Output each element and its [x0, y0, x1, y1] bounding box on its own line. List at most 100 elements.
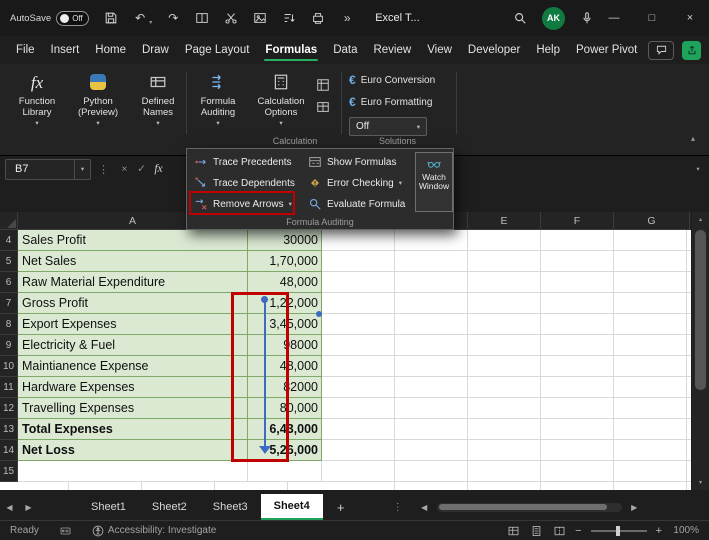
expand-formula-bar-icon[interactable]: ▾: [687, 165, 709, 173]
row-header[interactable]: 10: [0, 356, 18, 377]
enter-icon[interactable]: ✓: [133, 163, 150, 175]
maximize-button[interactable]: □: [633, 0, 671, 36]
cut-icon[interactable]: [223, 10, 239, 26]
search-icon[interactable]: [512, 10, 528, 26]
save-icon[interactable]: [103, 10, 119, 26]
hscroll-left-icon[interactable]: ◀: [415, 503, 434, 512]
minimize-button[interactable]: —: [595, 0, 633, 36]
scrollbar-track[interactable]: [692, 227, 709, 475]
zoom-slider[interactable]: [591, 530, 647, 532]
menu-item-show-formulas[interactable]: Show Formulas: [305, 152, 399, 172]
microphone-icon[interactable]: [579, 10, 595, 26]
name-box[interactable]: B7 ▾: [5, 159, 91, 180]
column-header-f[interactable]: F: [541, 212, 614, 230]
autosave-switch[interactable]: Off: [56, 11, 89, 26]
chevron-down-icon[interactable]: ▾: [74, 160, 90, 179]
tab-data[interactable]: Data: [325, 38, 365, 62]
sheet-tab-sheet1[interactable]: Sheet1: [78, 494, 139, 520]
macro-record-icon[interactable]: [59, 525, 72, 537]
python-preview-button[interactable]: Python (Preview) ▾: [68, 69, 128, 129]
picture-icon[interactable]: [252, 10, 268, 26]
row-header[interactable]: 14: [0, 440, 18, 461]
function-library-button[interactable]: fx Function Library ▾: [8, 69, 66, 129]
more-commands-icon[interactable]: »: [339, 10, 355, 26]
euro-conversion-button[interactable]: € Euro Conversion: [349, 73, 435, 87]
cell-label[interactable]: Raw Material Expenditure: [18, 272, 248, 293]
add-sheet-button[interactable]: +: [329, 500, 353, 515]
sort-icon[interactable]: [281, 10, 297, 26]
close-button[interactable]: ×: [671, 0, 709, 36]
row-header[interactable]: 4: [0, 230, 18, 251]
cell-label[interactable]: [18, 461, 248, 482]
calculate-now-icon[interactable]: [314, 76, 332, 94]
column-header-g[interactable]: G: [614, 212, 690, 230]
column-header-e[interactable]: E: [468, 212, 541, 230]
defined-names-button[interactable]: Defined Names ▾: [130, 69, 186, 129]
menu-item-error-checking[interactable]: Error Checking ▾: [305, 173, 405, 193]
watch-window-button[interactable]: Watch Window: [415, 152, 453, 212]
cell-label[interactable]: Net Sales: [18, 251, 248, 272]
sheet-tab-sheet3[interactable]: Sheet3: [200, 494, 261, 520]
tab-insert[interactable]: Insert: [43, 38, 88, 62]
sheet-nav-left-icon[interactable]: ◀: [0, 503, 19, 512]
page-break-view-icon[interactable]: [552, 524, 566, 537]
undo-button[interactable]: ↶ ▾: [132, 10, 152, 26]
zoom-out-button[interactable]: −: [575, 525, 581, 537]
tab-review[interactable]: Review: [365, 38, 419, 62]
cell-value[interactable]: 48,000: [248, 272, 322, 293]
normal-view-icon[interactable]: [506, 524, 520, 537]
zoom-in-button[interactable]: +: [656, 525, 662, 537]
row-header[interactable]: 8: [0, 314, 18, 335]
zoom-slider-thumb[interactable]: [616, 526, 620, 536]
cell-label[interactable]: Electricity & Fuel: [18, 335, 248, 356]
cell-label[interactable]: Travelling Expenses: [18, 398, 248, 419]
row-header[interactable]: 11: [0, 377, 18, 398]
euro-formatting-button[interactable]: € Euro Formatting: [349, 95, 432, 109]
cell-label[interactable]: Sales Profit: [18, 230, 248, 251]
formula-auditing-button[interactable]: Formula Auditing ▾: [190, 69, 246, 129]
row-header[interactable]: 5: [0, 251, 18, 272]
menu-item-evaluate-formula[interactable]: Evaluate Formula: [305, 194, 408, 214]
select-all-corner[interactable]: [0, 212, 18, 230]
tab-view[interactable]: View: [419, 38, 460, 62]
cell-label[interactable]: Maintianence Expense: [18, 356, 248, 377]
cell-label[interactable]: Total Expenses: [18, 419, 248, 440]
avatar[interactable]: AK: [542, 7, 565, 30]
row-header[interactable]: 7: [0, 293, 18, 314]
workbook-icon[interactable]: [194, 10, 210, 26]
comments-button[interactable]: [648, 41, 674, 60]
calculation-options-button[interactable]: Calculation Options ▾: [250, 69, 312, 129]
tab-page-layout[interactable]: Page Layout: [177, 38, 258, 62]
tab-help[interactable]: Help: [528, 38, 568, 62]
tab-draw[interactable]: Draw: [134, 38, 177, 62]
cell-value[interactable]: [248, 461, 322, 482]
scrollbar-thumb[interactable]: [695, 230, 706, 390]
row-header[interactable]: 12: [0, 398, 18, 419]
cell-label[interactable]: Export Expenses: [18, 314, 248, 335]
cell-value[interactable]: 30000: [248, 230, 322, 251]
tab-power-pivot[interactable]: Power Pivot: [568, 38, 645, 62]
vertical-scrollbar[interactable]: ▴ ▾: [692, 212, 709, 490]
drag-handle-icon[interactable]: ⋮: [98, 163, 109, 176]
row-header[interactable]: 9: [0, 335, 18, 356]
calculate-sheet-icon[interactable]: [314, 98, 332, 116]
sheet-nav-right-icon[interactable]: ▶: [19, 503, 38, 512]
sheet-tab-sheet4[interactable]: Sheet4: [261, 494, 323, 520]
hscroll-track[interactable]: [437, 503, 622, 512]
cell-label[interactable]: Gross Profit: [18, 293, 248, 314]
cancel-icon[interactable]: ×: [116, 163, 133, 175]
scroll-up-icon[interactable]: ▴: [692, 212, 709, 227]
share-button[interactable]: [682, 41, 701, 60]
row-header[interactable]: 15: [0, 461, 18, 482]
collapse-ribbon-icon[interactable]: ▴: [691, 134, 695, 143]
insert-function-icon[interactable]: fx: [150, 163, 167, 175]
hscroll-thumb[interactable]: [439, 504, 607, 510]
hscroll-right-icon[interactable]: ▶: [625, 503, 644, 512]
row-header[interactable]: 6: [0, 272, 18, 293]
sheet-tab-sheet2[interactable]: Sheet2: [139, 494, 200, 520]
zoom-level[interactable]: 100%: [671, 525, 699, 536]
tab-home[interactable]: Home: [87, 38, 134, 62]
sheet-menu-icon[interactable]: ⋮: [393, 502, 403, 513]
solver-mode-select[interactable]: Off ▾: [349, 117, 427, 136]
accessibility-status[interactable]: Accessibility: Investigate: [92, 525, 216, 537]
